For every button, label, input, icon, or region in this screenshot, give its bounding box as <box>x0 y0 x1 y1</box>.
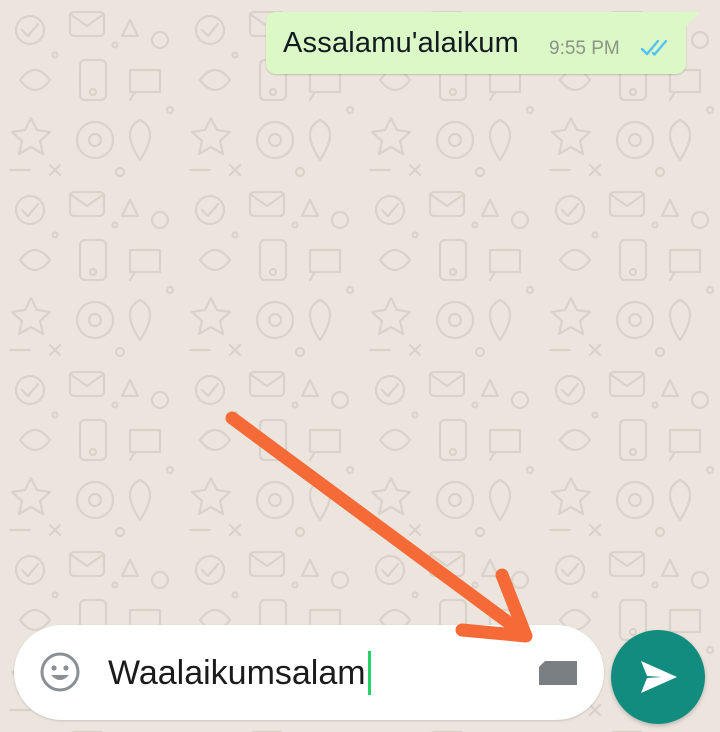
message-text: Assalamu'alaikum <box>283 27 519 59</box>
message-input-value: Waalaikumsalam <box>108 653 366 692</box>
attachment-icon[interactable] <box>536 658 580 688</box>
outgoing-message-bubble[interactable]: Assalamu'alaikum 9:55 PM <box>266 12 700 74</box>
send-button[interactable] <box>611 630 705 724</box>
send-icon <box>641 661 677 693</box>
text-caret <box>367 651 371 695</box>
chat-wallpaper <box>0 0 720 732</box>
message-timestamp: 9:55 PM <box>549 38 620 59</box>
message-input[interactable]: Waalaikumsalam <box>108 651 371 695</box>
bubble-tail <box>684 12 700 28</box>
emoji-icon[interactable] <box>38 650 82 694</box>
message-composer: Waalaikumsalam <box>14 625 604 720</box>
double-check-icon <box>640 39 668 56</box>
